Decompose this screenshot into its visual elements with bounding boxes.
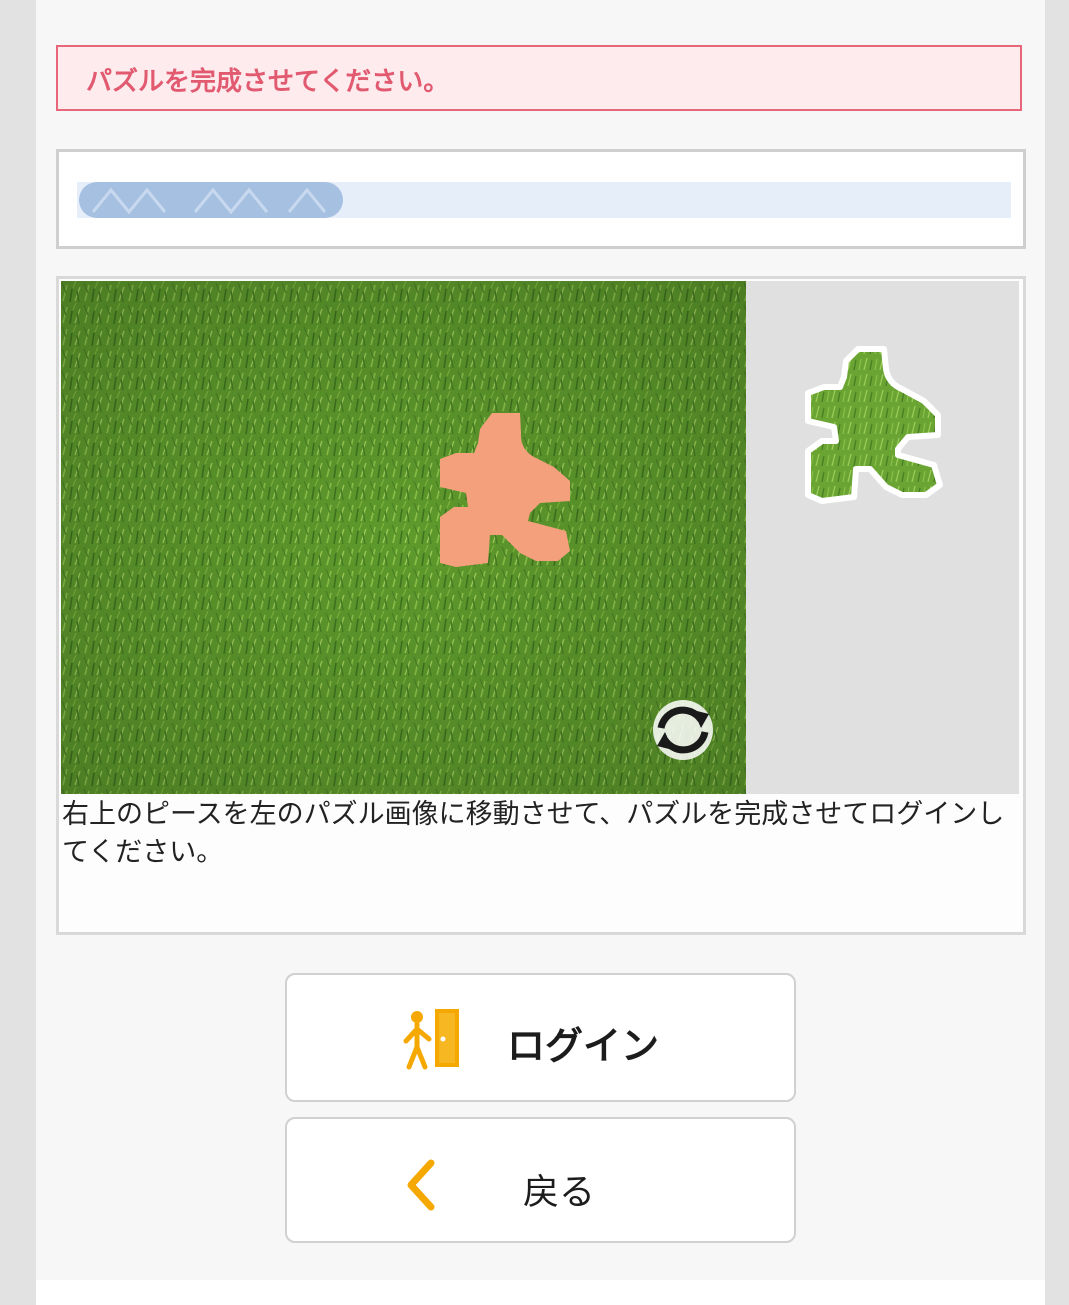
footer-strip: [36, 1280, 1045, 1305]
error-message: パズルを完成させてください。: [86, 67, 450, 97]
back-button[interactable]: 戻る: [285, 1117, 796, 1243]
login-button-label: ログイン: [507, 1024, 660, 1068]
user-id-box: ████████████: [56, 149, 1026, 249]
door-exit-icon: [403, 1005, 463, 1071]
error-alert: パズルを完成させてください。: [56, 45, 1022, 111]
puzzle-piece-icon[interactable]: [798, 339, 958, 509]
puzzle-captcha-panel: 右上のピースを左のパズル画像に移動させて、パズルを完成させてログインしてください…: [56, 276, 1026, 935]
login-button[interactable]: ログイン: [285, 973, 796, 1102]
piece-tray: [746, 281, 1019, 794]
redaction-scribble: [91, 187, 327, 215]
user-id-field[interactable]: ████████████: [77, 182, 1011, 218]
back-button-label: 戻る: [523, 1172, 596, 1213]
puzzle-instruction: 右上のピースを左のパズル画像に移動させて、パズルを完成させてログインしてください…: [62, 799, 1005, 868]
chevron-left-icon: [403, 1157, 439, 1213]
refresh-icon[interactable]: [643, 694, 723, 766]
